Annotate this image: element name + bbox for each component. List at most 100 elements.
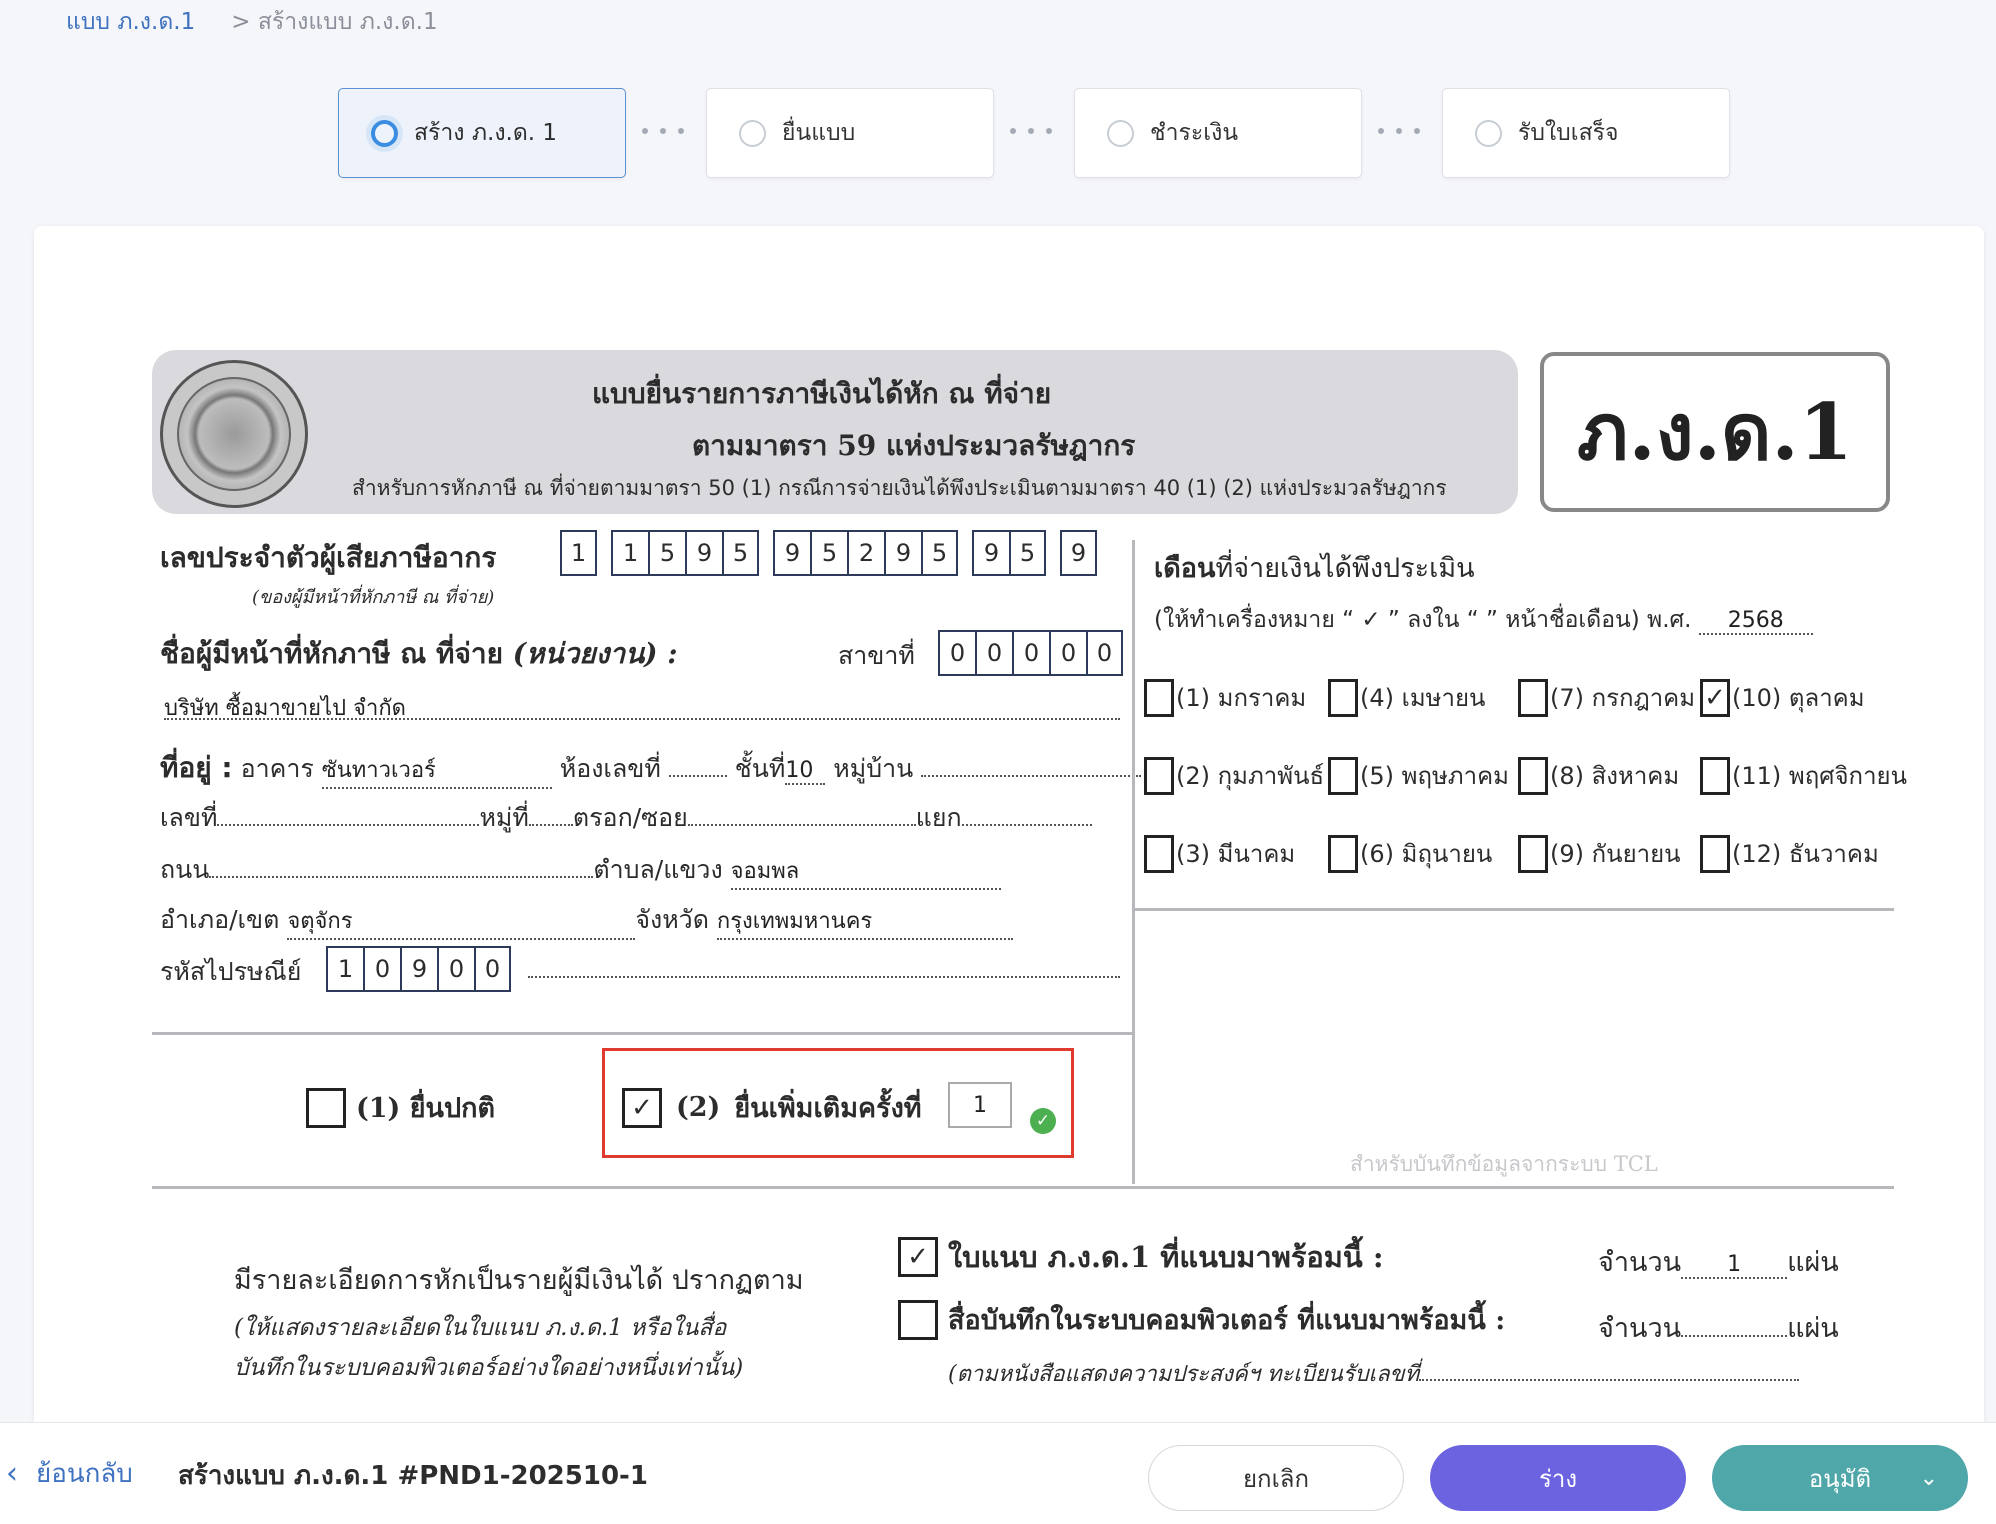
checkbox-icon [1700, 756, 1730, 795]
checkbox-icon [1700, 834, 1730, 873]
month-jul[interactable]: (7) กรกฎาคม [1518, 678, 1695, 717]
postal-label: รหัสไปรษณีย์ [160, 957, 302, 986]
approve-button[interactable]: อนุมัติ ⌄ [1712, 1445, 1968, 1511]
checkmark-icon[interactable]: ✓ [898, 1237, 938, 1277]
stepper: สร้าง ภ.ง.ด. 1 ยื่นแบบ ชำระเงิน รับใบเสร… [0, 88, 1996, 180]
media-note: (ตามหนังสือแสดงความประสงค์ฯ ทะเบียนรับเล… [948, 1356, 1800, 1391]
checkbox-icon [1518, 678, 1548, 717]
company-name-field[interactable]: บริษัท ซื้อมาขายไป จำกัด [164, 690, 1120, 721]
additional-filing-option[interactable]: ✓ (2) ยื่นเพิ่มเติมครั้งที่ [622, 1086, 922, 1129]
moo-field[interactable] [528, 824, 573, 826]
step-connector [1378, 128, 1420, 134]
month-may[interactable]: (5) พฤษภาคม [1328, 756, 1509, 795]
address-row-4: อำเภอ/เขต จตุจักร จังหวัด กรุงเทพมหานคร [160, 900, 1120, 940]
additional-count-field[interactable]: 1 [948, 1082, 1012, 1128]
checkbox-icon [1144, 678, 1174, 717]
province-field[interactable]: กรุงเทพมหานคร [716, 903, 1013, 940]
step-radio-icon [1475, 119, 1502, 147]
detail-text: มีรายละเอียดการหักเป็นรายผู้มีเงินได้ ปร… [234, 1265, 804, 1296]
floor-field[interactable]: 10 [785, 758, 826, 785]
checkmark-icon: ✓ [1700, 678, 1730, 717]
chevron-left-icon: ‹ [6, 1456, 18, 1491]
subdistrict-field[interactable]: จอมพล [730, 853, 1001, 890]
attach-count-row: จำนวน 1 แผ่น [1598, 1247, 1839, 1279]
chevron-down-icon[interactable]: ⌄ [1920, 1466, 1938, 1491]
year-field[interactable]: 2568 [1698, 608, 1813, 635]
month-oct[interactable]: ✓ (10) ตุลาคม [1700, 678, 1865, 717]
branch-label: สาขาที่ [838, 641, 915, 670]
form-divider [152, 1032, 1134, 1035]
building-field[interactable]: ซันทาวเวอร์ [321, 752, 552, 789]
address-row-1: ที่อยู่ : อาคาร ซันทาวเวอร์ ห้องเลขที่ ช… [160, 746, 1142, 789]
attach-count-field[interactable]: 1 [1681, 1252, 1788, 1279]
month-mar[interactable]: (3) มีนาคม [1144, 834, 1295, 873]
checkmark-icon[interactable]: ✓ [622, 1087, 662, 1128]
tax-id-label: เลขประจำตัวผู้เสียภาษีอากร [160, 541, 497, 574]
branch-boxes[interactable]: 00000 [938, 630, 1123, 676]
village-field[interactable] [921, 775, 1142, 777]
media-count-field[interactable] [1681, 1335, 1788, 1337]
step-label: ยื่นแบบ [782, 120, 856, 146]
checkbox-icon[interactable] [898, 1299, 938, 1340]
action-bar: ‹ ย้อนกลับ สร้างแบบ ภ.ง.ด.1 #PND1-202510… [0, 1422, 1996, 1524]
tcl-note: สำหรับบันทึกข้อมูลจากระบบ TCL [1350, 1152, 1658, 1176]
checkbox-icon [1518, 834, 1548, 873]
month-feb[interactable]: (2) กุมภาพันธ์ [1144, 756, 1324, 795]
road-field[interactable] [209, 876, 594, 878]
tax-id-boxes[interactable]: 1 1595 95295 95 9 [560, 530, 1097, 576]
yaek-field[interactable] [961, 824, 1092, 826]
cancel-button[interactable]: ยกเลิก [1148, 1445, 1404, 1511]
revenue-department-seal-icon [160, 360, 308, 508]
form-divider-vertical [1132, 540, 1135, 1184]
checkbox-icon[interactable] [306, 1087, 346, 1128]
checkbox-icon [1518, 756, 1548, 795]
step-submit[interactable]: ยื่นแบบ [706, 88, 994, 178]
tax-id-sublabel: (ของผู้มีหน้าที่หักภาษี ณ ที่จ่าย) [252, 587, 495, 608]
form-divider [1132, 908, 1894, 911]
soi-field[interactable] [687, 824, 916, 826]
step-radio-icon [739, 119, 766, 147]
month-dec[interactable]: (12) ธันวาคม [1700, 834, 1879, 873]
media-count-row: จำนวน แผ่น [1598, 1313, 1839, 1344]
month-jun[interactable]: (6) มิถุนายน [1328, 834, 1492, 873]
pnd1-form: แบบยื่นรายการภาษีเงินได้หัก ณ ที่จ่าย ตา… [148, 346, 1907, 1476]
step-label: ชำระเงิน [1150, 120, 1239, 146]
step-connector [1010, 128, 1052, 134]
draft-button[interactable]: ร่าง [1430, 1445, 1686, 1511]
month-title: เดือนที่จ่ายเงินได้พึงประเมิน [1154, 553, 1475, 584]
back-button[interactable]: ‹ ย้อนกลับ [6, 1453, 133, 1494]
checkbox-icon [1328, 678, 1358, 717]
month-sep[interactable]: (9) กันยายน [1518, 834, 1681, 873]
number-field[interactable] [217, 824, 480, 826]
district-field[interactable]: จตุจักร [287, 903, 636, 940]
breadcrumb-current: > สร้างแบบ ภ.ง.ด.1 [231, 9, 438, 35]
month-nov[interactable]: (11) พฤศจิกายน [1700, 756, 1907, 795]
media-option[interactable]: สื่อบันทึกในระบบคอมพิวเตอร์ ที่แนบมาพร้อ… [898, 1298, 1505, 1341]
document-title: สร้างแบบ ภ.ง.ด.1 #PND1-202510-1 [178, 1461, 648, 1491]
step-radio-icon [1107, 119, 1134, 147]
breadcrumb-parent-link[interactable]: แบบ ภ.ง.ด.1 [66, 4, 195, 40]
step-payment[interactable]: ชำระเงิน [1074, 88, 1362, 178]
attach-option[interactable]: ✓ ใบแนบ ภ.ง.ด.1 ที่แนบมาพร้อมนี้ : [898, 1234, 1384, 1280]
form-subtitle: ตามมาตรา 59 แห่งประมวลรัษฎากร [692, 429, 1136, 462]
detail-note-2: บันทึกในระบบคอมพิวเตอร์อย่างใดอย่างหนึ่ง… [234, 1355, 744, 1381]
form-divider [152, 1186, 1894, 1189]
postal-extra-line [528, 976, 1120, 978]
step-label: รับใบเสร็จ [1518, 120, 1619, 146]
breadcrumb: แบบ ภ.ง.ด.1 > สร้างแบบ ภ.ง.ด.1 [66, 4, 438, 40]
month-instruction: (ให้ทำเครื่องหมาย “ ✓ ” ลงใน “ ” หน้าชื่… [1154, 602, 1813, 638]
month-apr[interactable]: (4) เมษายน [1328, 678, 1485, 717]
payer-label: ชื่อผู้มีหน้าที่หักภาษี ณ ที่จ่าย (หน่วย… [160, 637, 678, 670]
normal-filing-option[interactable]: (1) ยื่นปกติ [306, 1086, 495, 1129]
step-label: สร้าง ภ.ง.ด. 1 [414, 120, 558, 146]
checkbox-icon [1328, 834, 1358, 873]
step-receipt[interactable]: รับใบเสร็จ [1442, 88, 1730, 178]
detail-note-1: (ให้แสดงรายละเอียดในใบแนบ ภ.ง.ด.1 หรือใน… [234, 1315, 727, 1341]
month-jan[interactable]: (1) มกราคม [1144, 678, 1306, 717]
month-aug[interactable]: (8) สิงหาคม [1518, 756, 1679, 795]
room-field[interactable] [668, 775, 727, 777]
step-create[interactable]: สร้าง ภ.ง.ด. 1 [338, 88, 626, 178]
postal-boxes[interactable]: 10900 [326, 946, 511, 992]
checkbox-icon [1328, 756, 1358, 795]
form-description: สำหรับการหักภาษี ณ ที่จ่ายตามมาตรา 50 (1… [352, 476, 1447, 500]
